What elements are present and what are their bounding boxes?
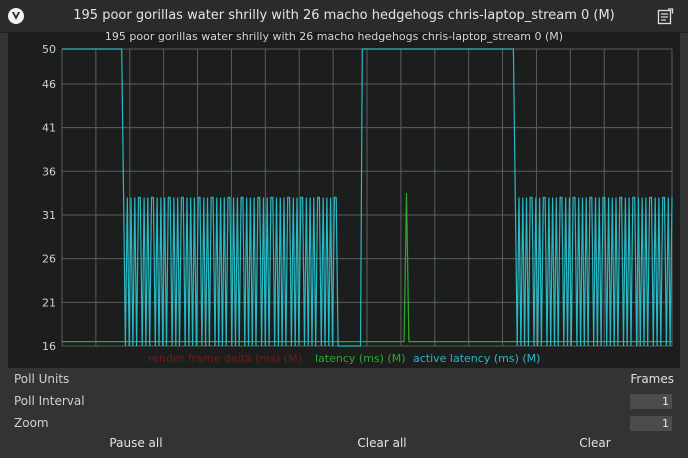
legend-entry: latency (ms) (M) <box>315 352 406 365</box>
y-tick-label: 31 <box>42 209 56 222</box>
legend-entry: render frame delta (ms) (M) <box>148 352 302 365</box>
controls-panel: Poll Units Frames Poll Interval Zoom Pau… <box>0 368 688 458</box>
pause-all-button[interactable]: Pause all <box>76 433 196 453</box>
notes-button[interactable] <box>657 8 674 25</box>
latency-chart: 195 poor gorillas water shrilly with 26 … <box>8 32 680 368</box>
y-tick-label: 16 <box>42 340 56 353</box>
y-tick-label: 36 <box>42 165 56 178</box>
clear-button[interactable]: Clear <box>550 433 640 453</box>
y-tick-label: 50 <box>42 43 56 56</box>
y-tick-label: 41 <box>42 122 56 135</box>
y-tick-label: 26 <box>42 253 56 266</box>
poll-units-label: Poll Units <box>14 372 70 386</box>
legend-entry: active latency (ms) (M) <box>413 352 540 365</box>
chart-title: 195 poor gorillas water shrilly with 26 … <box>105 32 563 43</box>
clear-all-button[interactable]: Clear all <box>322 433 442 453</box>
notes-icon <box>657 8 674 25</box>
title-bar: 195 poor gorillas water shrilly with 26 … <box>0 0 688 33</box>
stream-window: 195 poor gorillas water shrilly with 26 … <box>0 0 688 458</box>
window-title: 195 poor gorillas water shrilly with 26 … <box>73 8 615 23</box>
y-tick-label: 21 <box>42 296 56 309</box>
zoom-label: Zoom <box>14 416 49 430</box>
y-tick-label: 46 <box>42 78 56 91</box>
app-logo-icon <box>8 8 24 24</box>
legend: render frame delta (ms) (M) latency (ms) … <box>148 352 540 365</box>
poll-interval-input[interactable] <box>630 394 672 409</box>
poll-units-value[interactable]: Frames <box>630 372 674 386</box>
poll-interval-label: Poll Interval <box>14 394 85 408</box>
zoom-input[interactable] <box>630 416 672 431</box>
